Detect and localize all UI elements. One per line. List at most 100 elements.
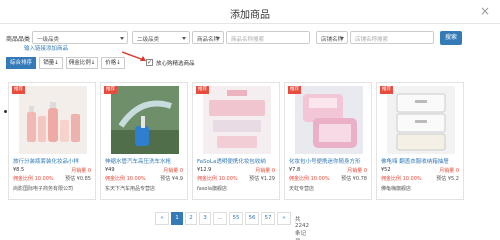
page-button[interactable]: 57	[261, 212, 275, 225]
sort-price-label: 价格	[105, 60, 117, 66]
product-commission: 预估 ¥1.29	[249, 175, 275, 182]
add-by-link[interactable]: 输入链接添加商品	[24, 44, 68, 52]
commission-label: 预估	[160, 176, 171, 182]
rate-value: 10.00%	[310, 176, 330, 182]
name-search-input[interactable]: 商品名称搜索	[226, 31, 310, 44]
subcategory-select-value: 二级品类	[137, 37, 160, 43]
sales-label: 月销量	[255, 168, 271, 174]
sort-comprehensive-button[interactable]: 综合排序	[6, 57, 36, 69]
sales-value: 0	[179, 168, 183, 174]
recommend-badge: 推荐	[104, 86, 117, 94]
search-button[interactable]: 搜索	[440, 31, 462, 45]
selected-only-label: 放心购精选商品	[156, 61, 195, 67]
page-button[interactable]: 55	[229, 212, 243, 225]
modal-header: 添加商品 ×	[0, 0, 500, 24]
rate-value: 10.00%	[126, 176, 146, 182]
page-next-button[interactable]: »	[277, 212, 291, 225]
shop-search-placeholder: 店铺名称搜索	[355, 37, 389, 43]
recommend-badge: 推荐	[12, 86, 25, 94]
name-field-select[interactable]: 商品名称	[192, 31, 224, 44]
product-title[interactable]: FaSoLa透明便携化妆包收纳	[197, 157, 279, 165]
sales-value: 0	[271, 168, 275, 174]
sales-value: 0	[87, 168, 91, 174]
commission-value: ¥4.9	[171, 176, 183, 182]
sales-value: 0	[363, 168, 367, 174]
product-card[interactable]: 推荐 佛龟嗨 翻盖衣服收纳箱抽屉 ¥52 月销量 0 佣金比例 10.00% 预…	[376, 82, 464, 200]
category-select[interactable]: 一级品类	[32, 31, 128, 44]
page-button[interactable]: 1	[171, 212, 183, 225]
product-image	[111, 86, 179, 154]
category-label: 商品品类	[6, 36, 31, 43]
page-button[interactable]: 3	[199, 212, 211, 225]
sort-rate-label: 佣金比例	[68, 60, 91, 66]
page-ellipsis: ...	[213, 212, 227, 225]
rate-label: 佣金比例	[381, 176, 402, 182]
shop-search-input[interactable]: 店铺名称搜索	[350, 31, 434, 44]
product-image	[295, 86, 363, 154]
product-card[interactable]: 推荐 伸缩水管汽车高压洗车水枪 ¥49 月销量 0 佣金比例 10.00% 预估…	[100, 82, 188, 200]
product-title[interactable]: 化妆包小号便携迷你随身方形	[289, 157, 371, 165]
commission-value: ¥1.29	[260, 176, 275, 182]
rate-label: 佣金比例	[105, 176, 126, 182]
commission-label: 预估	[249, 176, 260, 182]
product-shop: 东天下汽车用品专营店	[105, 186, 156, 192]
product-price: ¥52	[381, 167, 391, 173]
product-price: ¥7.8	[289, 167, 301, 173]
rate-value: 10.00%	[34, 176, 54, 182]
product-card[interactable]: 推荐 旅行分装瓶套装化妆品小样 ¥8.5 月销量 0 佣金比例 10.00% 预…	[8, 82, 96, 200]
sales-label: 月销量	[347, 168, 363, 174]
product-title[interactable]: 佛龟嗨 翻盖衣服收纳箱抽屉	[381, 157, 463, 165]
category-select-value: 一级品类	[37, 37, 60, 43]
page-prev-button[interactable]: «	[155, 212, 169, 225]
page-button[interactable]: 2	[185, 212, 197, 225]
selected-only-checkbox[interactable]: ✓	[146, 59, 153, 66]
product-shop: 佛龟嗨旗舰店	[381, 186, 412, 192]
sort-rate-button[interactable]: 佣金比例↓	[66, 57, 98, 69]
sales-label: 月销量	[71, 168, 87, 174]
arrow-down-icon: ↓	[54, 60, 59, 66]
product-shop: 尚影国际电子商务有限公司	[13, 186, 74, 192]
commission-value: ¥0.85	[76, 176, 91, 182]
product-sales: 月销量 0	[255, 167, 275, 174]
product-card[interactable]: 推荐 化妆包小号便携迷你随身方形 ¥7.8 月销量 0 佣金比例 10.00% …	[284, 82, 372, 200]
product-image	[387, 86, 455, 154]
product-shop: 天虹专营店	[289, 186, 315, 192]
product-sales: 月销量 0	[439, 167, 459, 174]
product-rate: 佣金比例 10.00%	[13, 175, 54, 182]
product-card[interactable]: 推荐 FaSoLa透明便携化妆包收纳 ¥12.9 月销量 0 佣金比例 10.0…	[192, 82, 280, 200]
commission-value: ¥5.2	[447, 176, 459, 182]
filter-bar: 商品品类 一级品类 二级品类 商品名称 商品名称搜索 店铺名称 店铺名称搜索 搜…	[6, 31, 496, 45]
page-button[interactable]: 56	[245, 212, 259, 225]
bullet-dot	[4, 110, 7, 113]
sales-value: 0	[455, 168, 459, 174]
modal-title: 添加商品	[230, 10, 270, 21]
close-icon[interactable]: ×	[480, 4, 490, 18]
product-rate: 佣金比例 10.00%	[289, 175, 330, 182]
product-image	[203, 86, 271, 154]
product-rate: 佣金比例 10.00%	[105, 175, 146, 182]
shop-field-select[interactable]: 店铺名称	[316, 31, 348, 44]
product-rate: 佣金比例 10.00%	[381, 175, 422, 182]
arrow-down-icon: ↓	[90, 60, 96, 66]
sort-sales-button[interactable]: 销量↓	[39, 57, 63, 69]
rate-label: 佣金比例	[13, 176, 34, 182]
product-sales: 月销量 0	[347, 167, 367, 174]
product-price: ¥49	[105, 167, 115, 173]
recommend-badge: 推荐	[380, 86, 393, 94]
product-title[interactable]: 旅行分装瓶套装化妆品小样	[13, 157, 95, 165]
sort-sales-label: 销量	[43, 60, 55, 66]
rate-value: 10.00%	[402, 176, 422, 182]
subcategory-select[interactable]: 二级品类	[132, 31, 190, 44]
rate-value: 10.00%	[218, 176, 238, 182]
product-commission: 预估 ¥0.85	[65, 175, 91, 182]
rate-label: 佣金比例	[197, 176, 218, 182]
product-shop: fasola旗舰店	[197, 186, 227, 192]
product-price: ¥8.5	[13, 167, 25, 173]
product-sales: 月销量 0	[163, 167, 183, 174]
product-title[interactable]: 伸缩水管汽车高压洗车水枪	[105, 157, 187, 165]
recommend-badge: 推荐	[288, 86, 301, 94]
commission-label: 预估	[65, 176, 76, 182]
commission-value: ¥0.78	[352, 176, 367, 182]
recommend-badge: 推荐	[196, 86, 209, 94]
commission-label: 预估	[341, 176, 352, 182]
